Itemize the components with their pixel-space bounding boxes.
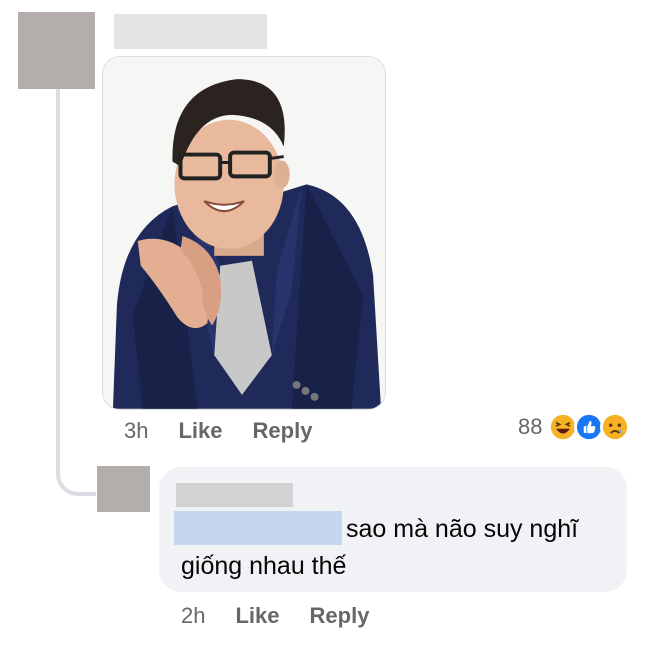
- like-button[interactable]: Like: [178, 418, 222, 444]
- comment-photo[interactable]: [102, 56, 386, 410]
- comment-avatar[interactable]: [18, 12, 95, 89]
- reply-button[interactable]: Reply: [253, 418, 313, 444]
- commenter-name-redacted: [114, 14, 267, 49]
- reply-like-button[interactable]: Like: [235, 603, 279, 629]
- thread-connector: [56, 440, 96, 496]
- reply-text-line2: giống nhau thế: [181, 552, 347, 580]
- comment-time[interactable]: 3h: [124, 418, 148, 444]
- comment-actions: 3h Like Reply: [124, 418, 312, 444]
- reaction-summary[interactable]: 88: [518, 412, 631, 442]
- mention-redacted[interactable]: [174, 511, 342, 545]
- reply-reply-button[interactable]: Reply: [310, 603, 370, 629]
- sad-reaction-icon: [600, 412, 631, 442]
- replier-name-redacted: [176, 483, 293, 507]
- reply-actions: 2h Like Reply: [181, 603, 369, 629]
- man-in-blazer-photo: [103, 57, 385, 409]
- reply-avatar[interactable]: [97, 466, 150, 512]
- reply-time[interactable]: 2h: [181, 603, 205, 629]
- thread-line: [56, 89, 60, 475]
- reply-text-line1: sao mà não suy nghĩ: [346, 515, 579, 543]
- reaction-count: 88: [518, 414, 543, 439]
